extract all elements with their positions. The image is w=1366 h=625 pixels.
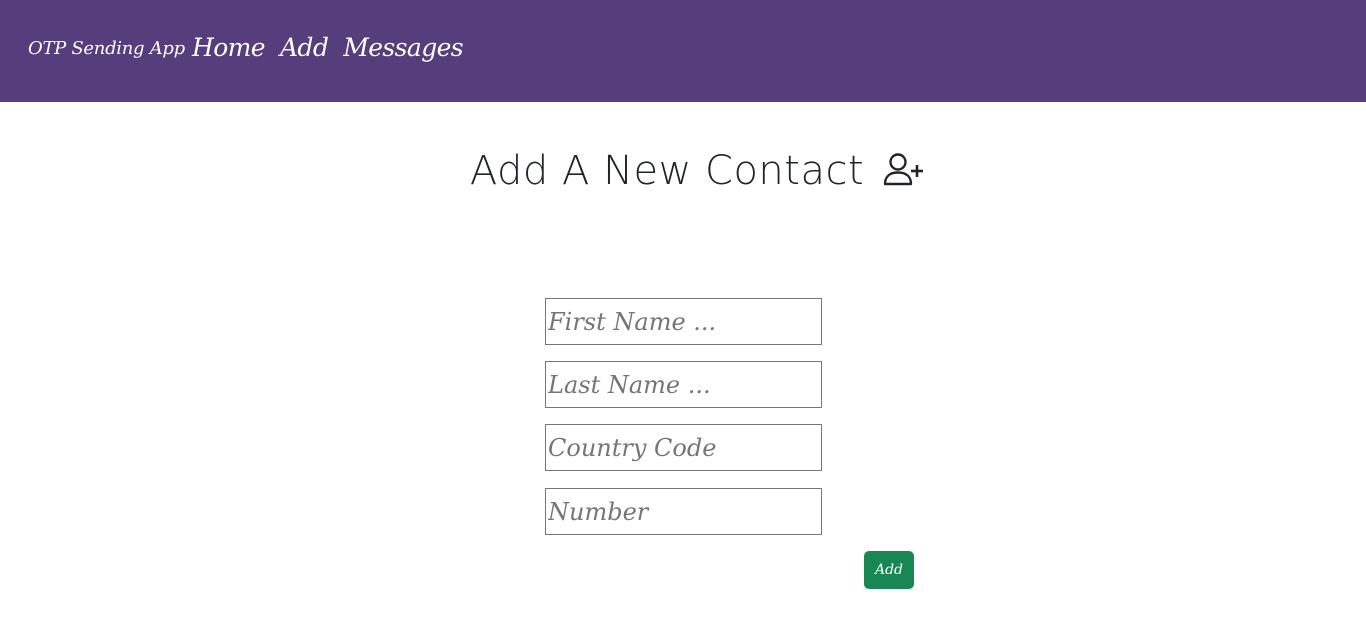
navbar: OTP Sending App Home Add Messages: [0, 0, 1366, 102]
country-code-input[interactable]: [545, 424, 822, 471]
user-plus-icon: [882, 151, 926, 191]
add-button[interactable]: Add: [864, 551, 914, 589]
last-name-input[interactable]: [545, 361, 822, 408]
nav-link-home[interactable]: Home: [192, 33, 266, 62]
first-name-input[interactable]: [545, 298, 822, 345]
page-header: Add A New Contact: [0, 148, 1366, 194]
page-title: Add A New Contact: [469, 148, 865, 194]
nav-link-add[interactable]: Add: [280, 33, 329, 62]
nav-links: Home Add Messages: [192, 33, 464, 62]
number-input[interactable]: [545, 488, 822, 535]
brand-link[interactable]: OTP Sending App: [28, 38, 185, 59]
nav-link-messages[interactable]: Messages: [343, 33, 463, 62]
